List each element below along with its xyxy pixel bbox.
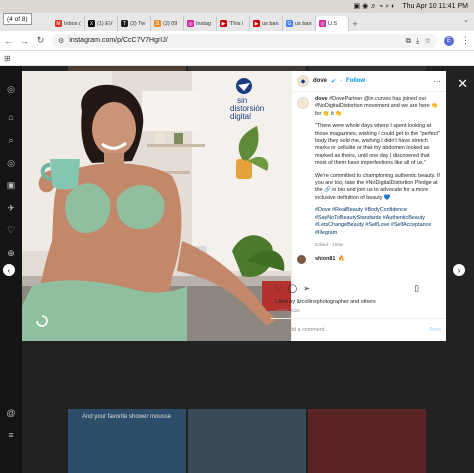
- reel-indicator[interactable]: [31, 310, 53, 332]
- new-tab-button[interactable]: +: [349, 16, 361, 31]
- likes-text[interactable]: Liked by lizcollinsphotographer and othe…: [275, 299, 376, 305]
- post-header: ◆ dove ✔ · Follow ···: [292, 71, 446, 92]
- browser-menu-icon[interactable]: ⋮: [461, 35, 470, 46]
- share-icon[interactable]: ➢: [303, 283, 310, 294]
- caption-avatar[interactable]: [297, 97, 309, 109]
- browser-tab[interactable]: M Inbox (: [52, 16, 85, 31]
- author-name[interactable]: dove: [313, 78, 327, 84]
- browser-tab[interactable]: Gus ban: [283, 16, 316, 31]
- post-modal: sin distorsión digital ◆ dove ✔ · Follow…: [22, 71, 446, 341]
- add-comment-input[interactable]: Add a comment...: [287, 327, 329, 333]
- comment-row: shion81 🔥: [297, 254, 441, 264]
- comment-user[interactable]: shion81: [315, 256, 335, 262]
- bookmarks-bar: ⊞: [0, 51, 474, 66]
- next-post-button[interactable]: ›: [453, 264, 465, 276]
- tab-favicon-icon: X: [88, 20, 95, 27]
- tab-favicon-icon: ▶: [220, 20, 227, 27]
- caption-paragraph-3: We're committed to championing authentic…: [315, 172, 440, 201]
- site-info-icon[interactable]: ⚙: [58, 37, 64, 45]
- tab-label: Instag: [196, 20, 211, 27]
- search-icon[interactable]: ⌕: [6, 135, 16, 145]
- commenter-avatar[interactable]: [297, 254, 306, 264]
- more-icon[interactable]: ≡: [6, 430, 16, 440]
- tab-favicon-icon: M: [55, 20, 62, 27]
- tab-label: (2) Tw: [130, 20, 146, 27]
- messages-icon[interactable]: ✈: [6, 203, 16, 213]
- add-comment-bar: ☺ Add a comment... Post: [271, 318, 446, 341]
- tab-favicon-icon: T: [121, 20, 128, 27]
- comment-text: 🔥: [338, 256, 346, 263]
- cast-icon[interactable]: ⧉: [406, 36, 411, 46]
- verified-badge-icon: ✔: [331, 78, 337, 85]
- tab-label: (2) 09: [163, 20, 178, 27]
- follow-button[interactable]: Follow: [346, 78, 365, 84]
- home-icon[interactable]: ⌂: [6, 112, 16, 122]
- download-icon[interactable]: ⤓: [416, 36, 419, 46]
- reels-icon[interactable]: ▣: [6, 180, 16, 190]
- macos-menubar: ▣ ◉ ♬ ⌁ ⌕ ◐ Thu Apr 10 11:41 PM: [0, 0, 474, 13]
- save-icon[interactable]: ▯: [414, 283, 419, 294]
- tab-favicon-icon: S: [154, 20, 161, 27]
- caption-paragraph-2: "There were whole days where I spent loo…: [315, 123, 440, 167]
- notifications-icon[interactable]: ♡: [6, 225, 16, 235]
- bookmark-star-icon[interactable]: ☆: [424, 36, 431, 45]
- tab-strip: M Inbox (X (1) EV T (2) Tw S (2) 09 ◎ Instag ▶ 'Th…: [0, 13, 474, 31]
- tab-label: (1) EV: [97, 20, 113, 27]
- clock[interactable]: Thu Apr 10 11:41 PM: [402, 3, 468, 10]
- post-comment-button[interactable]: Post: [429, 327, 441, 333]
- grid-thumbnail[interactable]: [188, 409, 306, 473]
- browser-tab[interactable]: ▶ us ban: [250, 16, 283, 31]
- tab-label: us ban: [295, 20, 312, 27]
- tab-search-icon[interactable]: ⌄: [463, 16, 469, 24]
- post-date: April 7, 2022: [275, 308, 300, 313]
- browser-tab[interactable]: X (1) EV: [85, 16, 118, 31]
- address-bar[interactable]: ⚙ instagram.com/p/CcC7V7HgrIJ/ ⧉ ⤓ ☆: [52, 33, 437, 48]
- comment-icon[interactable]: ◯: [288, 283, 298, 294]
- tab-favicon-icon: G: [286, 20, 293, 27]
- tab-label: U.S: [328, 20, 338, 27]
- browser-tab[interactable]: ▶ 'This i: [217, 16, 250, 31]
- browser-tab[interactable]: T (2) Tw: [118, 16, 151, 31]
- tab-label: Inbox (: [64, 20, 81, 27]
- browser-tab[interactable]: S (2) 09: [151, 16, 184, 31]
- forward-icon[interactable]: →: [20, 36, 29, 46]
- post-photo[interactable]: sin distorsión digital: [22, 71, 291, 341]
- status-icons[interactable]: ▣ ◉ ♬ ⌁ ⌕ ◐: [354, 2, 396, 11]
- previous-post-button[interactable]: ‹: [3, 264, 15, 276]
- emoji-icon[interactable]: ☺: [276, 327, 282, 333]
- back-icon[interactable]: ←: [4, 36, 13, 46]
- post-caption: dove #DovePartner @in.curves has joined …: [292, 92, 446, 270]
- tab-favicon-icon: ◎: [319, 20, 326, 27]
- like-icon[interactable]: ♡: [274, 283, 282, 294]
- tab-label: 'This i: [229, 20, 244, 27]
- post-image: sin distorsión digital: [22, 71, 291, 341]
- thumbnail-caption: And your favorite shower mousse: [82, 414, 172, 420]
- author-avatar[interactable]: ◆: [297, 75, 309, 87]
- edited-label: Edited · 158w: [315, 241, 344, 247]
- tab-favicon-icon: ◎: [187, 20, 194, 27]
- more-options-icon[interactable]: ···: [433, 77, 441, 86]
- grid-thumbnail[interactable]: [308, 409, 426, 473]
- tab-favicon-icon: ▶: [253, 20, 260, 27]
- post-actions: ♡ ◯ ➢ ▯: [274, 282, 419, 294]
- profile-avatar[interactable]: E: [444, 35, 454, 46]
- browser-toolbar: ← → ↻ ⚙ instagram.com/p/CcC7V7HgrIJ/ ⧉ ⤓…: [0, 31, 474, 51]
- caption-hashtags[interactable]: #Dove #RealBeauty #BodyConfidence #SayNo…: [315, 207, 441, 237]
- instagram-logo-icon[interactable]: ◎: [6, 84, 16, 94]
- reload-icon[interactable]: ↻: [36, 35, 45, 46]
- caption-author[interactable]: dove: [315, 96, 328, 102]
- url-text[interactable]: instagram.com/p/CcC7V7HgrIJ/: [69, 37, 400, 44]
- browser-tab[interactable]: ◎ Instag: [184, 16, 217, 31]
- create-icon[interactable]: ⊕: [6, 248, 16, 258]
- window-counter: (4 of 8): [3, 13, 32, 25]
- close-icon[interactable]: ✕: [457, 76, 468, 92]
- browser-tab[interactable]: ◎ U.S: [316, 16, 349, 31]
- threads-icon[interactable]: @: [6, 408, 16, 418]
- svg-text:digital: digital: [230, 112, 251, 121]
- apps-grid-icon[interactable]: ⊞: [4, 54, 11, 63]
- caption-paragraph-1: #DovePartner @in.curves has joined our #…: [315, 96, 438, 117]
- explore-icon[interactable]: ◎: [6, 158, 16, 168]
- tab-label: us ban: [262, 20, 279, 27]
